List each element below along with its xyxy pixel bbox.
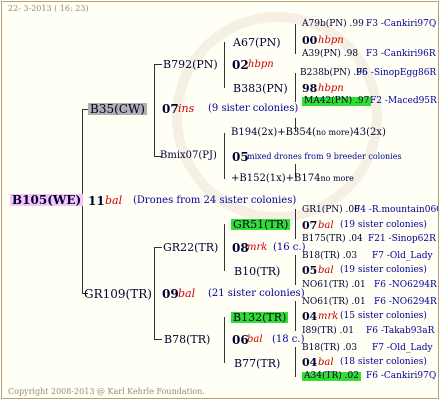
b132-race: mrk	[318, 311, 339, 322]
connector	[224, 42, 225, 88]
connector	[295, 24, 296, 54]
queen-b792[interactable]: B792(PN)	[163, 59, 218, 70]
b132-number: 04	[302, 310, 318, 323]
gr51-father[interactable]: GR1(PN) .00	[302, 206, 360, 215]
gr51-mother[interactable]: B175(TR) .04	[302, 235, 363, 244]
gr109-race: bal	[178, 287, 196, 300]
queen-b35[interactable]: B35(CW)	[88, 103, 147, 115]
b10-mother[interactable]: NO61(TR) .01	[302, 281, 366, 290]
queen-bmix07[interactable]: Bmix07(PJ)	[160, 151, 217, 161]
b152-tail: no more	[320, 174, 354, 183]
b10-father-origin: F7 -Old_Lady	[372, 251, 433, 261]
queen-gr51[interactable]: GR51(TR)	[231, 219, 291, 230]
connector	[295, 73, 296, 102]
gr51-mother-origin: F21 -Sinop62R	[368, 234, 436, 244]
bmix07-note: mixed drones from 9 breeder colonies	[247, 152, 402, 161]
a67-mother[interactable]: A39(PN) .98	[302, 50, 358, 59]
b78-race: bal	[247, 334, 263, 345]
b10-note: (19 sister colonies)	[340, 265, 427, 275]
b35-number: 07	[162, 102, 179, 116]
b77-note: (18 sister colonies)	[340, 357, 427, 367]
gr51-father-origin: F4 -R.mountain06Q	[354, 205, 439, 215]
b35-note: (9 sister colonies)	[208, 103, 299, 114]
a67-number: 00	[302, 34, 318, 47]
b78-note: (18 c.)	[272, 334, 305, 345]
b132-mother[interactable]: I89(TR) .01	[302, 327, 354, 336]
queen-a67[interactable]: A67(PN)	[233, 37, 281, 48]
queen-gr22[interactable]: GR22(TR)	[163, 242, 218, 253]
b383-number: 98	[302, 82, 318, 95]
root-race: bal	[105, 194, 123, 207]
b383-mother-origin: F2 -Maced95R	[370, 96, 437, 106]
connector	[295, 255, 296, 285]
root-note: (Drones from 24 sister colonies)	[133, 195, 297, 206]
queen-b194[interactable]: B194(2x)+B354(no more)43(2x)	[231, 128, 386, 138]
b132-father[interactable]: NO61(TR) .01	[302, 298, 366, 307]
queen-b152[interactable]: +B152(1x)+B174no more	[231, 174, 354, 184]
b132-mother-origin: F6 -Takab93aR	[366, 326, 435, 336]
connector	[224, 224, 225, 271]
pedigree-chart: 22- 3-2013 ( 16: 23) B105(WE) 11 bal (Dr…	[1, 1, 439, 399]
queen-gr109[interactable]: GR109(TR)	[84, 288, 152, 300]
b194-tail: no more	[315, 128, 350, 137]
a67-mother-origin: F3 -Cankiri96R	[366, 49, 436, 59]
root-number: 11	[88, 194, 105, 208]
connector	[154, 64, 155, 156]
b10-race: bal	[318, 265, 334, 276]
b792-number: 02	[232, 58, 249, 72]
b194-suffix: )43(2x)	[349, 127, 386, 138]
b10-mother-origin: F6 -NO6294R	[374, 280, 437, 290]
queen-b77[interactable]: B77(TR)	[234, 358, 280, 369]
connector	[295, 347, 296, 377]
queen-b132[interactable]: B132(TR)	[231, 312, 289, 323]
b132-father-origin: F6 -NO6294R	[374, 297, 437, 307]
b35-race: ins	[178, 102, 195, 115]
connector	[224, 317, 225, 363]
gr22-race: mrk	[247, 242, 268, 253]
connector	[295, 209, 296, 239]
root-queen[interactable]: B105(WE)	[10, 194, 84, 206]
b792-race: hbpn	[248, 59, 274, 70]
b77-father-origin: F7 -Old_Lady	[372, 343, 433, 353]
connector	[154, 339, 162, 340]
a67-father[interactable]: A79b(PN) .99	[302, 20, 364, 29]
gr51-note: (19 sister colonies)	[340, 220, 427, 230]
connector	[154, 64, 162, 65]
gr51-number: 07	[302, 219, 318, 232]
b10-number: 05	[302, 264, 318, 277]
b383-father-origin: F5 -SinopEgg86R	[356, 68, 437, 78]
connector	[224, 133, 225, 179]
gr22-note: (16 c.)	[273, 242, 306, 253]
b77-father[interactable]: B18(TR) .03	[302, 344, 357, 353]
b152-label: +B152(1x)+B174	[231, 173, 321, 184]
connector	[295, 301, 296, 331]
copyright-footer: Copyright 2008-2013 @ Karl Kehrle Founda…	[8, 387, 205, 396]
b77-race: bal	[318, 357, 334, 368]
queen-b383[interactable]: B383(PN)	[233, 83, 288, 94]
gr109-number: 09	[162, 287, 179, 301]
b10-father[interactable]: B18(TR) .03	[302, 252, 357, 261]
b77-number: 04	[302, 356, 318, 369]
connector	[154, 247, 162, 248]
queen-b78[interactable]: B78(TR)	[164, 334, 210, 345]
header-date: 22- 3-2013 ( 16: 23)	[8, 4, 89, 13]
connector	[154, 247, 155, 339]
b77-mother[interactable]: A34(TR) .02	[302, 372, 361, 381]
a67-father-origin: F3 -Cankiri97Q	[366, 19, 437, 29]
gr109-note: (21 sister colonies)	[208, 288, 305, 299]
b77-mother-origin: F6 -Cankiri97Q	[366, 371, 437, 381]
b194-label: B194(2x)+B354(	[231, 127, 316, 138]
a67-race: hbpn	[318, 35, 344, 46]
b132-note: (15 sister colonies)	[340, 311, 427, 321]
b383-race: hbpn	[318, 83, 344, 94]
gr51-race: bal	[318, 220, 334, 231]
b383-mother[interactable]: MA42(PN) .97	[302, 97, 372, 106]
queen-b10[interactable]: B10(TR)	[234, 266, 280, 277]
